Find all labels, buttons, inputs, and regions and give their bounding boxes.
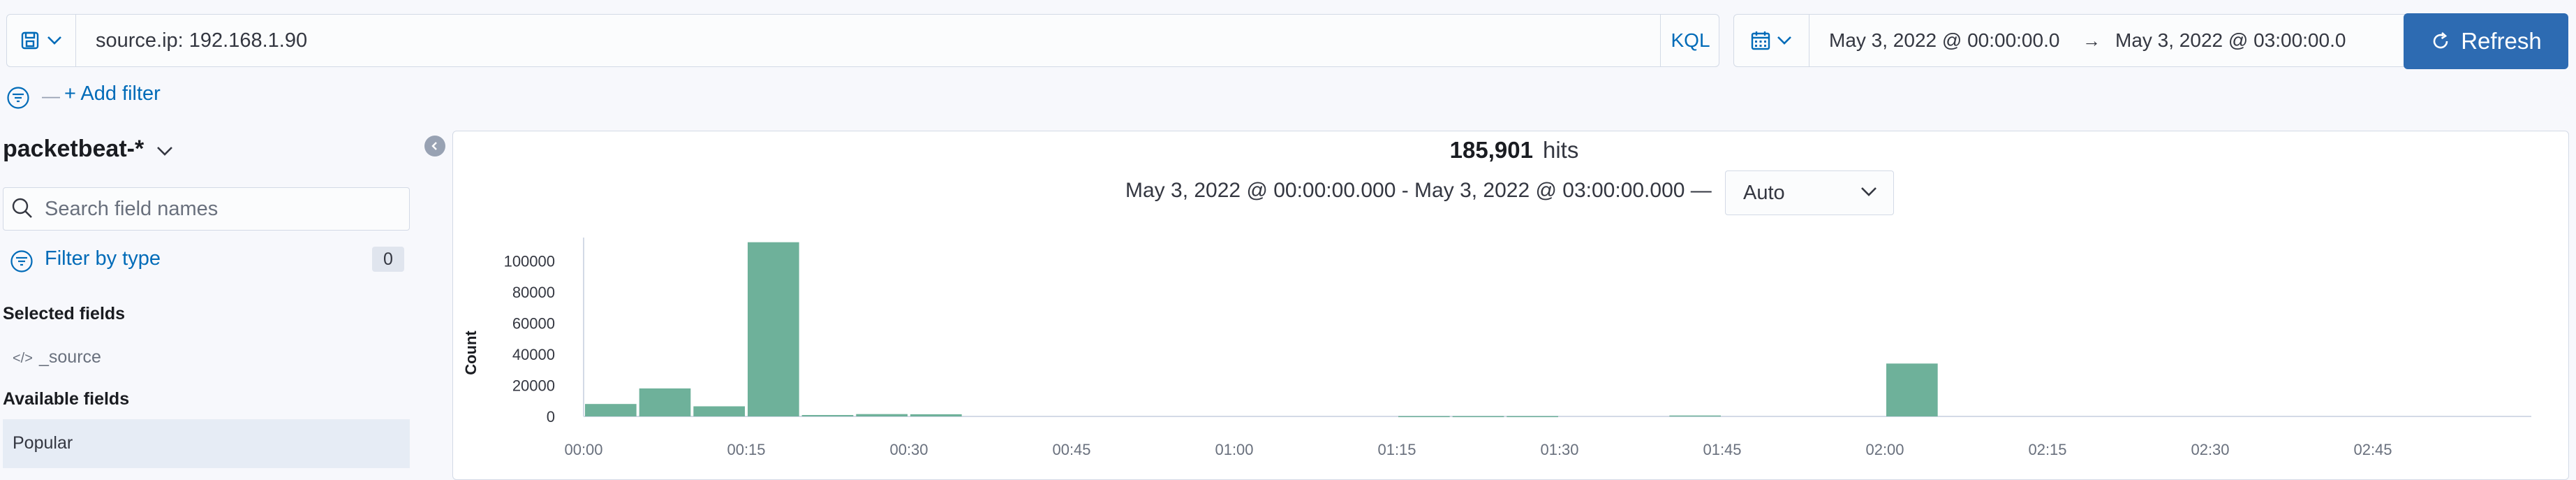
add-filter-button[interactable]: + Add filter <box>64 82 161 106</box>
hits-label: hits <box>1542 137 1579 163</box>
filter-by-type-button[interactable]: Filter by type <box>45 247 161 270</box>
refresh-icon <box>2430 31 2451 52</box>
x-tick-label: 00:45 <box>1052 441 1090 458</box>
save-icon <box>20 31 40 50</box>
x-tick-label: 00:00 <box>564 441 602 458</box>
histogram-bar[interactable] <box>693 406 745 416</box>
popular-fields-label: Popular <box>13 433 73 453</box>
calendar-icon <box>1750 30 1771 51</box>
y-tick-label: 100000 <box>504 252 555 270</box>
y-tick-label: 60000 <box>512 314 555 332</box>
x-tick-label: 00:30 <box>889 441 928 458</box>
histogram-bar[interactable] <box>1452 416 1504 418</box>
histogram-bar[interactable] <box>856 414 908 416</box>
saved-query-button[interactable] <box>6 14 76 67</box>
y-tick-label: 80000 <box>512 284 555 301</box>
x-tick-label: 02:45 <box>2353 441 2392 458</box>
x-tick-label: 02:30 <box>2191 441 2229 458</box>
histogram-bar[interactable] <box>585 404 637 416</box>
histogram-bar[interactable] <box>639 388 691 416</box>
refresh-button[interactable]: Refresh <box>2404 13 2568 69</box>
x-tick-label: 02:15 <box>2028 441 2066 458</box>
refresh-label: Refresh <box>2461 28 2542 54</box>
y-axis-label: Count <box>462 330 480 375</box>
hits-count: 185,901 <box>1449 137 1533 163</box>
filter-separator: — <box>42 85 60 106</box>
histogram-bar[interactable] <box>1886 363 1938 416</box>
search-icon <box>11 197 34 223</box>
y-tick-label: 40000 <box>512 346 555 363</box>
time-range-label: May 3, 2022 @ 00:00:00.000 - May 3, 2022… <box>1125 179 1712 202</box>
histogram-chart: Count 0 20000 40000 60000 80000 100000 00:00 0… <box>462 238 2531 458</box>
chevron-down-icon <box>1777 36 1792 45</box>
quick-select-button[interactable] <box>1733 14 1809 67</box>
filter-count-badge: 0 <box>372 247 404 272</box>
x-tick-label: 01:30 <box>1540 441 1578 458</box>
code-icon: </> <box>13 351 33 366</box>
histogram-bar[interactable] <box>1398 416 1450 418</box>
selected-fields-title: Selected fields <box>3 304 126 323</box>
end-date[interactable]: May 3, 2022 @ 03:00:00.0 <box>2115 14 2346 67</box>
query-language-button[interactable]: KQL <box>1660 14 1720 67</box>
chevron-down-icon <box>1860 186 1878 201</box>
selected-field-item[interactable]: _source <box>39 347 101 368</box>
search-input[interactable]: source.ip: 192.168.1.90 <box>96 14 307 67</box>
filter-menu-icon[interactable] <box>6 86 30 113</box>
arrow-right-icon: → <box>2082 30 2101 51</box>
y-tick-label: 0 <box>547 408 555 426</box>
interval-value: Auto <box>1743 182 1785 204</box>
field-search-placeholder: Search field names <box>45 198 219 220</box>
histogram-bar[interactable] <box>1507 416 1558 418</box>
x-tick-label: 02:00 <box>1865 441 1904 458</box>
x-tick-label: 01:00 <box>1215 441 1253 458</box>
start-date[interactable]: May 3, 2022 @ 00:00:00.0 <box>1829 14 2059 67</box>
histogram-bar[interactable] <box>910 414 962 416</box>
y-tick-label: 20000 <box>512 377 555 394</box>
x-tick-label: 00:15 <box>727 441 765 458</box>
chevron-down-icon <box>47 36 62 45</box>
x-tick-label: 01:15 <box>1377 441 1416 458</box>
histogram-bar[interactable] <box>1669 415 1721 417</box>
x-tick-label: 01:45 <box>1703 441 1741 458</box>
available-fields-title: Available fields <box>3 389 130 409</box>
hits-summary: 185,901 hits <box>0 137 2576 163</box>
histogram-bar[interactable] <box>801 414 854 416</box>
histogram-bar[interactable] <box>748 242 799 416</box>
filter-icon <box>10 249 34 277</box>
